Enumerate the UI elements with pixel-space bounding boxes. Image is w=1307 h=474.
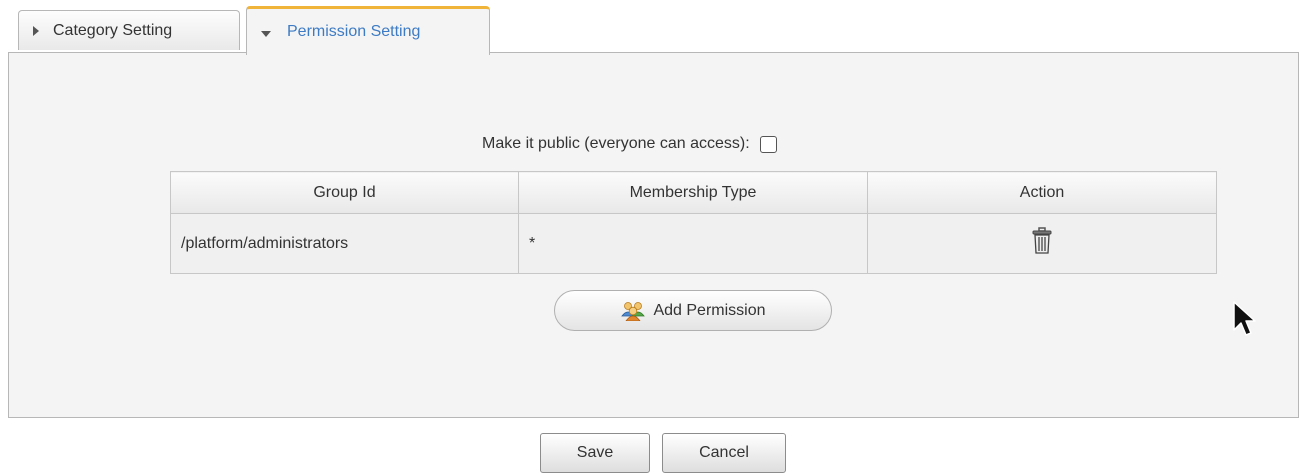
add-permission-button[interactable]: Add Permission xyxy=(554,290,832,331)
column-header-group-id: Group Id xyxy=(170,171,519,214)
permission-table: Group Id Membership Type Action /platfor… xyxy=(170,171,1217,274)
group-id-cell: /platform/administrators xyxy=(170,213,519,274)
column-header-action: Action xyxy=(867,171,1217,214)
triangle-right-icon xyxy=(33,25,39,36)
users-group-icon xyxy=(620,301,646,321)
tab-label: Permission Setting xyxy=(287,23,421,40)
table-header-row: Group Id Membership Type Action xyxy=(170,171,1217,214)
mouse-cursor-icon xyxy=(1232,300,1258,345)
action-cell xyxy=(867,213,1217,274)
permission-panel: Make it public (everyone can access): Gr… xyxy=(8,52,1299,418)
membership-type-cell: * xyxy=(518,213,868,274)
trash-icon[interactable] xyxy=(1031,227,1053,260)
public-access-row: Make it public (everyone can access): xyxy=(482,132,777,156)
add-permission-label: Add Permission xyxy=(653,301,766,319)
table-row: /platform/administrators * xyxy=(170,213,1217,274)
cancel-button[interactable]: Cancel xyxy=(662,433,786,473)
save-label: Save xyxy=(576,444,614,461)
column-header-membership-type: Membership Type xyxy=(518,171,868,214)
public-access-label: Make it public (everyone can access): xyxy=(482,135,750,152)
public-access-checkbox[interactable] xyxy=(759,135,777,153)
tab-category-setting[interactable]: Category Setting xyxy=(18,10,240,50)
tab-label: Category Setting xyxy=(53,21,173,39)
save-button[interactable]: Save xyxy=(540,433,650,473)
tab-permission-setting[interactable]: Permission Setting xyxy=(246,6,490,55)
cancel-label: Cancel xyxy=(699,444,749,461)
triangle-down-icon xyxy=(261,30,271,37)
